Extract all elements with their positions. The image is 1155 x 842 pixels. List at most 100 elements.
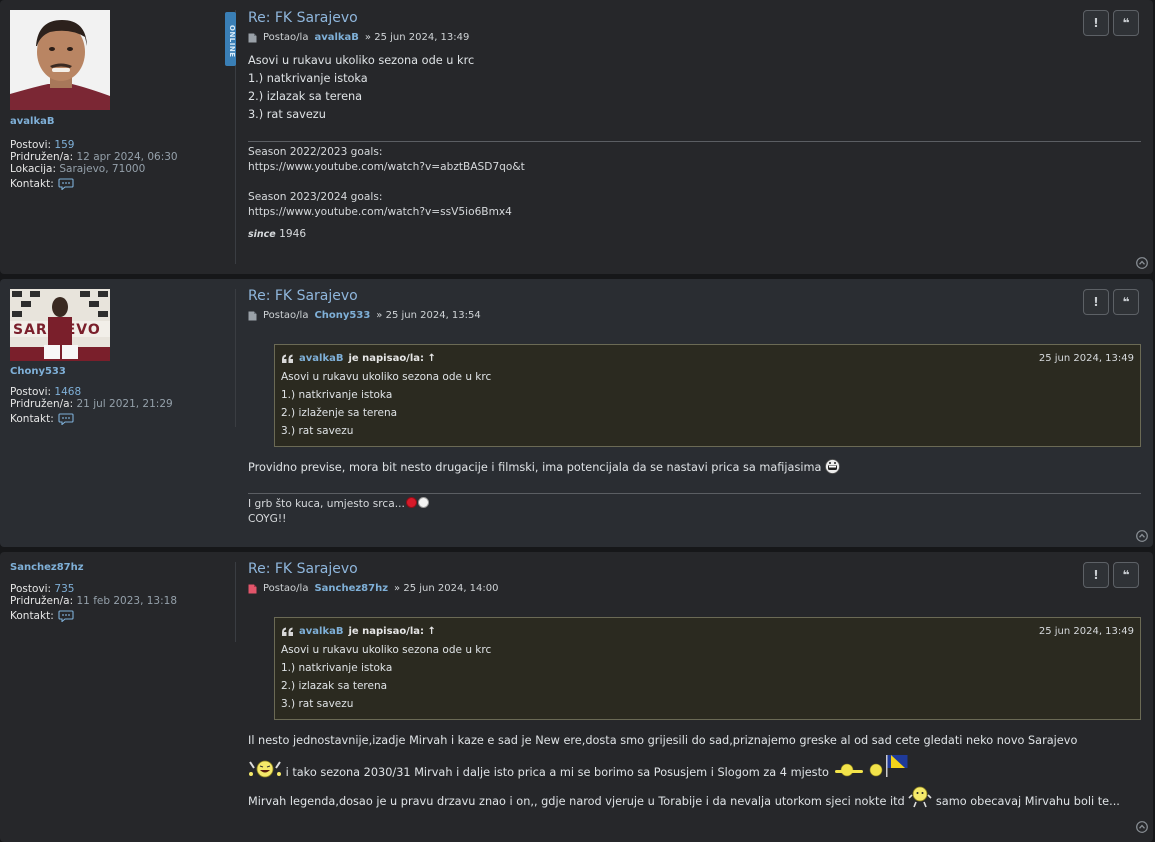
laughing-smiley-icon	[249, 760, 281, 778]
post-title[interactable]: Re: FK Sarajevo	[248, 560, 1141, 578]
stat-posts: Postovi: 735	[10, 583, 220, 595]
sig-since: since 1946	[248, 227, 1141, 242]
sig-line: I grb što kuca, umjesto srca...	[248, 497, 1141, 512]
quote-block: avalkaB je napisao/la: ↑ 25 jun 2024, 13…	[274, 617, 1141, 720]
post-author[interactable]: Chony533	[314, 310, 370, 321]
stat-value: Sarajevo, 71000	[59, 163, 146, 175]
post-title[interactable]: Re: FK Sarajevo	[248, 287, 1141, 305]
quote-says[interactable]: je napisao/la: ↑	[348, 623, 435, 641]
back-to-top-icon[interactable]	[1136, 530, 1148, 542]
stat-value[interactable]: 159	[54, 139, 74, 151]
username[interactable]: Sanchez87hz	[10, 562, 220, 573]
stat-joined: Pridružen/a: 11 feb 2023, 13:18	[10, 595, 220, 607]
stat-posts: Postovi: 159	[10, 139, 220, 151]
grin-smiley-icon	[825, 459, 840, 474]
dancing-smiley-icon	[908, 786, 932, 808]
quote-line: 1.) natkrivanje istoka	[281, 389, 393, 401]
quote-line: Asovi u rukavu ukoliko sezona ode u krc	[281, 371, 492, 383]
quote-author[interactable]: avalkaB	[299, 350, 343, 368]
stat-label: Postovi:	[10, 386, 52, 398]
contact-chat-icon[interactable]	[58, 610, 74, 622]
stat-label: Postovi:	[10, 139, 52, 151]
post-content: Il nesto jednostavnije,izadje Mirvah i k…	[248, 732, 1141, 811]
stat-location: Lokacija: Sarajevo, 71000	[10, 163, 220, 175]
quote-mark-icon	[282, 627, 293, 636]
posted-by: Postao/la	[263, 583, 309, 594]
sig-line: Season 2022/2023 goals:	[248, 146, 383, 158]
post-body: Re: FK Sarajevo Postao/la Sanchez87hz » …	[248, 560, 1141, 811]
username[interactable]: Chony533	[10, 366, 220, 377]
stat-label: Kontakt:	[10, 413, 54, 425]
post-2: SARAJEVO Chony533 Postovi: 1468 Pridruže…	[0, 279, 1153, 547]
post-content: Asovi u rukavu ukoliko sezona ode u krc …	[248, 52, 1141, 124]
post-1: avalkaB Postovi: 159 Pridružen/a: 12 apr…	[0, 0, 1153, 274]
post-profile: avalkaB Postovi: 159 Pridružen/a: 12 apr…	[10, 10, 220, 190]
profile-divider	[235, 562, 236, 642]
profile-stats: Postovi: 1468 Pridružen/a: 21 jul 2021, …	[10, 386, 220, 425]
post-body: Re: FK Sarajevo Postao/la Chony533 » 25 …	[248, 287, 1141, 527]
content-line: 1.) natkrivanje istoka	[248, 72, 368, 85]
since-year: 1946	[279, 228, 307, 240]
content-text: samo obecavaj Mirvahu boli te...	[935, 795, 1120, 808]
post-profile: SARAJEVO Chony533 Postovi: 1468 Pridruže…	[10, 289, 220, 425]
quote-says[interactable]: je napisao/la: ↑	[348, 350, 435, 368]
post-3: Sanchez87hz Postovi: 735 Pridružen/a: 11…	[0, 552, 1153, 842]
content-text: Mirvah legenda,dosao je u pravu drzavu z…	[248, 795, 905, 808]
signature: Season 2022/2023 goals: https://www.yout…	[248, 141, 1141, 242]
quote-line: 2.) izlaženje sa terena	[281, 407, 398, 419]
content-line: 3.) rat savezu	[248, 108, 326, 121]
post-meta: Postao/la Chony533 » 25 jun 2024, 13:54	[248, 310, 1141, 321]
content-line: Asovi u rukavu ukoliko sezona ode u krc	[248, 54, 475, 67]
quote-header: avalkaB je napisao/la: ↑	[281, 623, 1134, 641]
quote-button[interactable]: ❝	[1113, 289, 1139, 315]
report-button[interactable]: !	[1083, 10, 1109, 36]
quote-line: 3.) rat savezu	[281, 425, 354, 437]
quote-date: 25 jun 2024, 13:49	[1038, 353, 1134, 364]
quote-button[interactable]: ❝	[1113, 10, 1139, 36]
posted-by: Postao/la	[263, 32, 309, 43]
avatar[interactable]	[10, 10, 110, 110]
sig-line: COYG!!	[248, 513, 287, 525]
post-author[interactable]: avalkaB	[314, 32, 358, 43]
post-date: » 25 jun 2024, 14:00	[394, 583, 499, 594]
contact-chat-icon[interactable]	[58, 178, 74, 190]
stat-label: Kontakt:	[10, 610, 54, 622]
back-to-top-icon[interactable]	[1136, 257, 1148, 269]
post-meta: Postao/la avalkaB » 25 jun 2024, 13:49	[248, 32, 1141, 43]
stat-contact: Kontakt:	[10, 610, 220, 622]
unread-post-icon[interactable]	[248, 584, 257, 594]
post-meta: Postao/la Sanchez87hz » 25 jun 2024, 14:…	[248, 583, 1141, 594]
stat-value[interactable]: 1468	[54, 386, 81, 398]
profile-stats: Postovi: 159 Pridružen/a: 12 apr 2024, 0…	[10, 139, 220, 190]
stat-value[interactable]: 735	[54, 583, 74, 595]
content-line: Il nesto jednostavnije,izadje Mirvah i k…	[248, 734, 1078, 747]
post-date: » 25 jun 2024, 13:54	[376, 310, 481, 321]
stat-value: 21 jul 2021, 21:29	[76, 398, 173, 410]
stat-contact: Kontakt:	[10, 413, 220, 425]
stat-contact: Kontakt:	[10, 178, 220, 190]
sig-text: I grb što kuca, umjesto srca...	[248, 498, 405, 510]
quote-line: 1.) natkrivanje istoka	[281, 662, 393, 674]
stat-joined: Pridružen/a: 21 jul 2021, 21:29	[10, 398, 220, 410]
back-to-top-icon[interactable]	[1136, 821, 1148, 833]
report-button[interactable]: !	[1083, 562, 1109, 588]
white-dot-icon	[417, 497, 429, 508]
quote-mark-icon	[282, 354, 293, 363]
quote-author[interactable]: avalkaB	[299, 623, 343, 641]
report-button[interactable]: !	[1083, 289, 1109, 315]
avatar[interactable]: SARAJEVO	[10, 289, 110, 361]
username[interactable]: avalkaB	[10, 116, 220, 127]
sig-link[interactable]: https://www.youtube.com/watch?v=ssV5io6B…	[248, 205, 1141, 220]
quote-button[interactable]: ❝	[1113, 562, 1139, 588]
post-icon[interactable]	[248, 33, 257, 43]
post-icon[interactable]	[248, 311, 257, 321]
signature: I grb što kuca, umjesto srca... COYG!!	[248, 493, 1141, 527]
sig-link[interactable]: https://www.youtube.com/watch?v=abztBASD…	[248, 160, 1141, 175]
post-author[interactable]: Sanchez87hz	[314, 583, 388, 594]
post-profile: Sanchez87hz Postovi: 735 Pridružen/a: 11…	[10, 562, 220, 622]
stat-label: Pridružen/a:	[10, 595, 74, 607]
quote-line: 2.) izlazak sa terena	[281, 680, 388, 692]
contact-chat-icon[interactable]	[58, 413, 74, 425]
post-title[interactable]: Re: FK Sarajevo	[248, 9, 1141, 27]
red-dot-icon	[405, 497, 417, 508]
